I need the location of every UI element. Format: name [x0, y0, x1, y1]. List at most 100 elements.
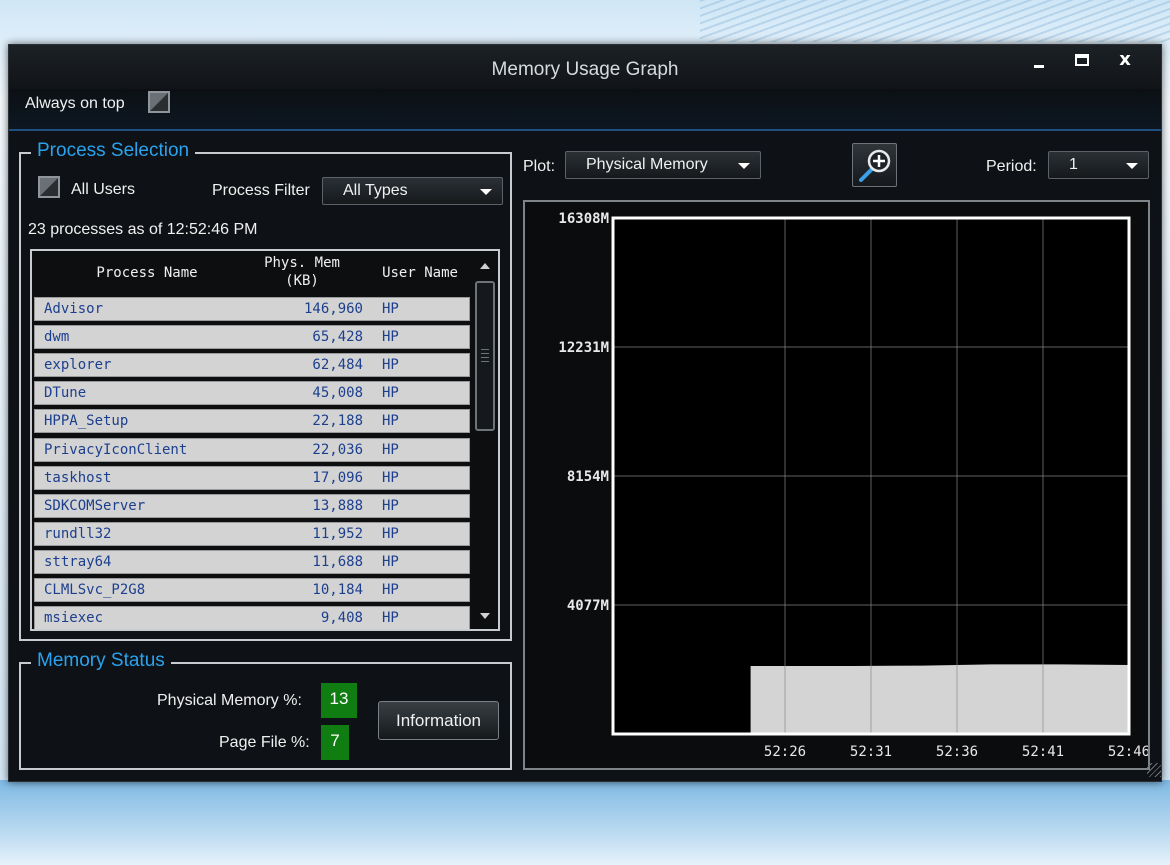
process-filter-dropdown[interactable]: All Types — [322, 177, 503, 205]
column-header-phys-mem-line1: Phys. Mem — [264, 255, 340, 271]
table-row[interactable]: sttray64 11,688 HP — [34, 549, 470, 574]
memory-usage-chart: 52:26 52:31 52:36 52:41 52:46 16308M 12231M 815… — [523, 200, 1150, 770]
process-name-cell: SDKCOMServer — [44, 497, 146, 514]
y-tick-label: 8154M — [567, 469, 609, 485]
process-name-cell: CLMLSvc_P2G8 — [44, 582, 146, 598]
user-name-cell: HP — [382, 525, 399, 542]
memory-usage-chart-svg: 52:26 52:31 52:36 52:41 52:46 16308M 12231M 815… — [558, 211, 1148, 760]
phys-mem-cell: 45,008 — [312, 385, 363, 402]
process-table-scrollbar[interactable] — [474, 253, 496, 627]
y-tick-label: 16308M — [558, 211, 609, 227]
column-header-phys-mem[interactable]: Phys. Mem (KB) — [262, 254, 342, 290]
physical-memory-value: 13 — [321, 683, 357, 718]
x-tick-label: 52:26 — [764, 744, 806, 760]
process-name-cell: rundll32 — [44, 525, 112, 542]
grip-line — [481, 353, 489, 354]
always-on-top-checkbox[interactable] — [148, 91, 170, 113]
plot-dropdown[interactable]: Physical Memory — [565, 151, 761, 179]
process-filter-label: Process Filter — [212, 182, 310, 199]
table-row[interactable]: DTune 45,008 HP — [34, 381, 470, 406]
maximize-icon — [1075, 54, 1089, 66]
table-row[interactable]: msiexec 9,408 HP — [34, 606, 470, 629]
process-name-cell: dwm — [44, 329, 70, 346]
process-name-cell: Advisor — [44, 301, 104, 317]
grip-line — [481, 357, 489, 358]
column-header-process-name[interactable]: Process Name — [52, 264, 242, 282]
x-tick-label: 52:31 — [850, 744, 892, 760]
close-button[interactable]: x — [1110, 51, 1140, 75]
table-row[interactable]: dwm 65,428 HP — [34, 325, 470, 350]
table-row[interactable]: rundll32 11,952 HP — [34, 521, 470, 546]
desktop-wallpaper-pattern — [700, 0, 1170, 42]
grip-line — [481, 361, 489, 362]
process-name-cell: DTune — [44, 385, 87, 402]
table-row[interactable]: PrivacyIconClient 22,036 HP — [34, 437, 470, 462]
user-name-cell: HP — [382, 385, 399, 402]
period-value: 1 — [1069, 156, 1078, 173]
zoom-in-button[interactable] — [852, 143, 897, 187]
table-row[interactable]: HPPA_Setup 22,188 HP — [34, 409, 470, 434]
information-button[interactable]: Information — [378, 701, 499, 740]
phys-mem-cell: 22,188 — [312, 413, 363, 430]
scroll-down-arrow-icon[interactable] — [480, 613, 490, 619]
minimize-icon — [1034, 65, 1044, 68]
period-label: Period: — [986, 158, 1037, 175]
column-header-user-name[interactable]: User Name — [370, 264, 470, 282]
scroll-up-arrow-icon[interactable] — [480, 263, 490, 269]
scrollbar-thumb[interactable] — [475, 281, 495, 431]
maximize-button[interactable] — [1067, 51, 1097, 75]
table-row[interactable]: explorer 62,484 HP — [34, 353, 470, 378]
always-on-top-label: Always on top — [25, 95, 125, 112]
minimize-button[interactable] — [1024, 51, 1054, 75]
user-name-cell: HP — [382, 301, 399, 317]
memory-usage-window: Memory Usage Graph x Always on top Proce… — [8, 44, 1162, 782]
process-table[interactable]: Process Name Phys. Mem (KB) User Name Ad… — [30, 249, 500, 631]
process-name-cell: sttray64 — [44, 553, 112, 570]
phys-mem-cell: 17,096 — [312, 469, 363, 486]
phys-mem-cell: 65,428 — [312, 329, 363, 346]
phys-mem-cell: 22,036 — [312, 441, 363, 458]
phys-mem-cell: 11,688 — [312, 553, 363, 570]
window-title: Memory Usage Graph — [491, 59, 679, 80]
process-name-cell: explorer — [44, 357, 112, 374]
process-count-status: 23 processes as of 12:52:46 PM — [28, 221, 258, 238]
table-row[interactable]: taskhost 17,096 HP — [34, 465, 470, 490]
plot-value: Physical Memory — [586, 156, 708, 173]
phys-mem-cell: 146,960 — [303, 301, 363, 317]
user-name-cell: HP — [382, 413, 399, 430]
table-row[interactable]: CLMLSvc_P2G8 10,184 HP — [34, 578, 470, 602]
memory-status-legend: Memory Status — [31, 650, 171, 672]
memory-status-group: Memory Status Physical Memory %: 13 Page… — [19, 650, 512, 770]
zoom-in-icon — [859, 149, 891, 182]
phys-mem-cell: 10,184 — [312, 582, 363, 598]
all-users-checkbox[interactable] — [38, 176, 60, 198]
page-file-value: 7 — [321, 725, 349, 760]
chevron-down-icon — [738, 163, 750, 169]
resize-grip[interactable] — [1147, 763, 1161, 777]
table-row[interactable]: SDKCOMServer 13,888 HP — [34, 493, 470, 518]
phys-mem-cell: 9,408 — [320, 610, 363, 627]
x-tick-label: 52:36 — [936, 744, 978, 760]
phys-mem-cell: 62,484 — [312, 357, 363, 374]
process-name-cell: taskhost — [44, 469, 112, 486]
user-name-cell: HP — [382, 329, 399, 346]
column-header-phys-mem-line2: (KB) — [285, 273, 319, 289]
grip-line — [481, 349, 489, 350]
page-file-label: Page File %: — [219, 734, 310, 751]
y-tick-label: 4077M — [567, 598, 609, 614]
options-bar — [9, 89, 1161, 131]
user-name-cell: HP — [382, 497, 399, 514]
x-tick-label: 52:46 — [1108, 744, 1148, 760]
user-name-cell: HP — [382, 469, 399, 486]
plot-label: Plot: — [523, 158, 556, 175]
user-name-cell: HP — [382, 553, 399, 570]
y-tick-label: 12231M — [558, 340, 609, 356]
process-name-cell: HPPA_Setup — [44, 413, 129, 430]
process-selection-legend: Process Selection — [31, 140, 196, 162]
process-name-cell: PrivacyIconClient — [44, 441, 188, 458]
title-bar[interactable]: Memory Usage Graph x — [9, 45, 1161, 89]
period-dropdown[interactable]: 1 — [1048, 151, 1149, 179]
user-name-cell: HP — [382, 582, 399, 598]
x-tick-label: 52:41 — [1022, 744, 1064, 760]
table-row[interactable]: Advisor 146,960 HP — [34, 297, 470, 321]
